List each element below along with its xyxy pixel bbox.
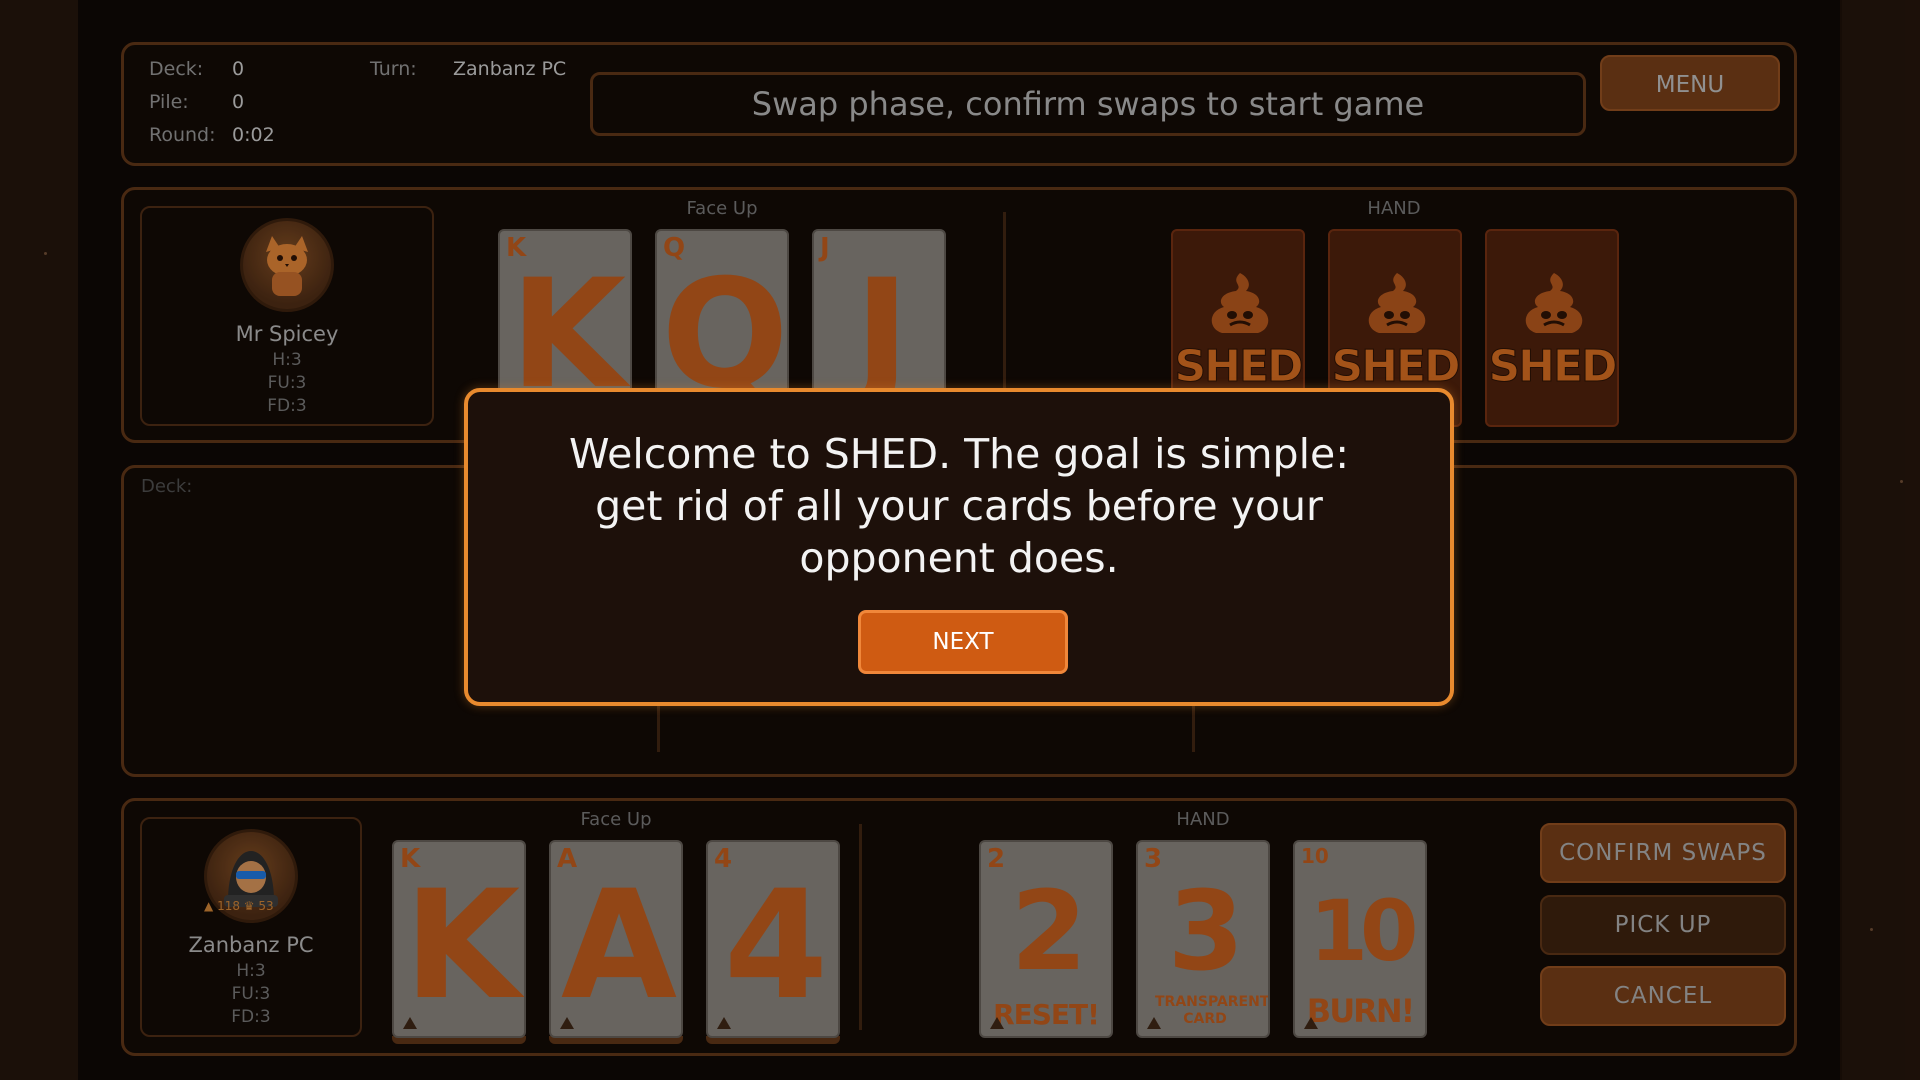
tutorial-message: Welcome to SHED. The goal is simple: get… [508, 428, 1410, 584]
tutorial-line: Welcome to SHED. The goal is simple: [568, 430, 1350, 478]
tutorial-line: get rid of all your cards before your [595, 482, 1323, 530]
tutorial-line: opponent does. [799, 534, 1119, 582]
next-button[interactable]: NEXT [858, 610, 1068, 674]
tutorial-dialog: Welcome to SHED. The goal is simple: get… [464, 388, 1454, 706]
